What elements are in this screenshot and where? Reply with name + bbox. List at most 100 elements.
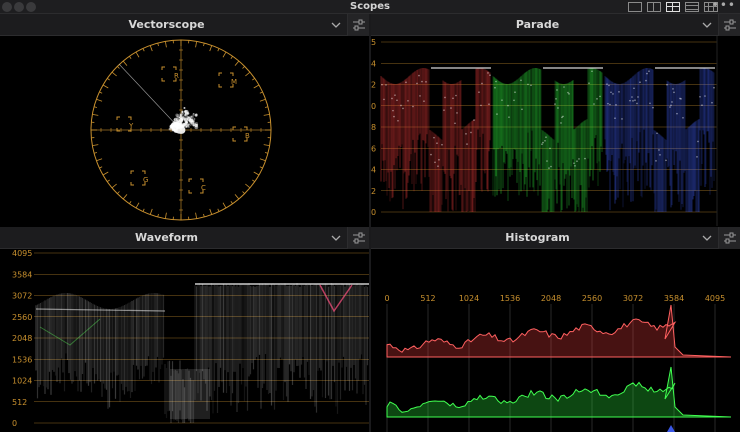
parade-scale-label: 4 [371, 59, 376, 68]
histogram-panel: Histogram 0 512 1024 1536 2048 2560 3072 3584 40… [371, 227, 740, 432]
chevron-down-icon [702, 22, 712, 28]
parade-red-trace [380, 67, 491, 212]
vectorscope-tick [253, 171, 260, 176]
vectorscope-tick [117, 66, 120, 69]
vectorscope-tick [149, 208, 153, 215]
waveform-scale-label: 3072 [12, 292, 32, 301]
parade-green-trace [492, 67, 603, 212]
vectorscope-tick [259, 158, 266, 162]
vector-target-b: B [232, 126, 250, 142]
waveform-scale-label: 512 [12, 398, 27, 407]
vectorscope-tick [92, 144, 99, 147]
vectorscope-tick [99, 91, 103, 94]
vector-target-label: R [174, 72, 179, 80]
chevron-down-icon [702, 235, 712, 241]
vectorscope-tick [107, 179, 110, 182]
histogram-display: 0 512 1024 1536 2048 2560 3072 3584 4095 [371, 249, 740, 432]
histogram-scale-label: 0 [384, 294, 389, 303]
histogram-settings-button[interactable] [718, 227, 740, 249]
skin-tone-line [118, 63, 182, 131]
parade-scale-label: 5 [371, 38, 376, 47]
vectorscope-dropdown[interactable] [329, 14, 343, 36]
vector-target-y: Y [116, 116, 134, 132]
vectorscope-tick [222, 202, 227, 209]
parade-scale-label: 6 [371, 144, 376, 153]
chevron-down-icon [331, 22, 341, 28]
parade-blue-trace [604, 67, 715, 212]
vectorscope-tick [252, 78, 255, 81]
waveform-dropdown[interactable] [329, 227, 343, 249]
vectorscope-tick [117, 191, 120, 194]
histogram-scale-label: 1536 [500, 294, 520, 303]
waveform-title: Waveform [134, 231, 199, 244]
waveform-scale-label: 1024 [12, 377, 32, 386]
quad-view-icon[interactable] [666, 2, 680, 12]
vectorscope-tick [253, 84, 260, 89]
sliders-icon [353, 19, 365, 31]
vectorscope-tick [135, 51, 140, 58]
vector-target-label: Y [128, 122, 134, 130]
parade-dropdown[interactable] [700, 14, 714, 36]
vectorscope-tick [259, 166, 263, 169]
vectorscope-header: Vectorscope [0, 14, 369, 36]
parade-scale-label: 2 [371, 81, 376, 90]
vector-target-c: C [188, 178, 206, 194]
panel-divider [369, 14, 371, 432]
vectorscope-tick [93, 152, 98, 154]
vectorscope-tick [93, 106, 98, 108]
vectorscope-tick [129, 201, 132, 204]
vectorscope-tick [142, 48, 145, 52]
sliders-icon [724, 19, 736, 31]
histogram-header: Histogram [371, 227, 740, 249]
histogram-dropdown[interactable] [700, 227, 714, 249]
parade-scale-label: 0 [371, 208, 376, 217]
histogram-scale-label: 4095 [705, 294, 725, 303]
vectorscope-tick [252, 179, 255, 182]
rows-view-icon[interactable] [685, 2, 699, 12]
vectorscope-tick [217, 208, 220, 212]
vectorscope-tick [157, 42, 159, 47]
vectorscope-graticule: R M B C G Y [90, 39, 272, 221]
parade-graticule: 0 2 4 6 8 0 2 4 5 [371, 36, 718, 226]
vector-target-label: C [201, 184, 206, 192]
vectorscope-tick [195, 41, 198, 48]
vectorscope-tick [157, 213, 159, 218]
vectorscope-tick [203, 42, 205, 47]
sliders-icon [353, 232, 365, 244]
vectorscope-tick [111, 71, 117, 77]
parade-panel: Parade 0 2 4 6 8 0 2 4 5 [371, 14, 740, 226]
vectorscope-tick [164, 41, 167, 48]
vectorscope-tick [135, 202, 140, 209]
vector-target-label: M [231, 78, 237, 86]
histogram-scale-label: 512 [420, 294, 435, 303]
waveform-graticule: 0 512 1024 1536 2048 2560 3072 3584 4095 [12, 249, 369, 428]
vector-target-g: G [130, 170, 148, 186]
vectorscope-tick [209, 45, 213, 52]
vectorscope-settings-button[interactable] [347, 14, 369, 36]
vectorscope-tick [234, 60, 240, 66]
histogram-red-curve [386, 304, 732, 358]
more-options-icon[interactable]: ••• [712, 0, 736, 14]
waveform-scale-label: 1536 [12, 355, 32, 364]
waveform-scale-label: 2560 [12, 313, 32, 322]
vectorscope-tick [203, 213, 205, 218]
parade-settings-button[interactable] [718, 14, 740, 36]
waveform-scale-label: 3584 [12, 270, 32, 279]
layout-buttons [628, 0, 718, 14]
vectorscope-tick [242, 66, 245, 69]
vector-target-r: R [161, 66, 179, 82]
vectorscope-title: Vectorscope [128, 18, 205, 31]
vectorscope-tick [264, 106, 269, 108]
waveform-settings-button[interactable] [347, 227, 369, 249]
split-view-icon[interactable] [647, 2, 661, 12]
vectorscope-tick [102, 171, 109, 176]
histogram-scale-label: 2560 [582, 294, 602, 303]
parade-title: Parade [515, 18, 560, 31]
vectorscope-tick [96, 158, 103, 162]
vectorscope-tick [164, 212, 167, 219]
parade-display: 0 2 4 6 8 0 2 4 5 [371, 36, 740, 226]
waveform-header: Waveform [0, 227, 369, 249]
vectorscope-tick [230, 56, 233, 59]
single-view-icon[interactable] [628, 2, 642, 12]
waveform-scale-label: 2048 [12, 334, 32, 343]
